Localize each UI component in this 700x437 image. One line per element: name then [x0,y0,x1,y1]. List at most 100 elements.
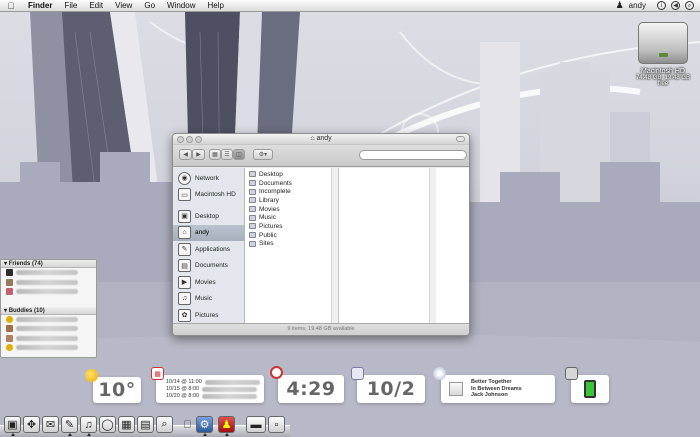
search-field[interactable] [359,150,467,160]
toolbar-toggle-button[interactable] [456,136,465,142]
redacted-name [16,270,78,276]
redacted-name [16,289,78,295]
list-item[interactable]: Desktop▶ [245,170,338,179]
date-widget[interactable]: 10/2 [357,375,425,403]
apple-icon[interactable]:  [179,416,196,433]
list-item[interactable]: Public▶ [245,231,338,240]
quicktime-icon[interactable]: ◯ [99,416,116,433]
calendar-icon[interactable]: ▦ [118,416,135,433]
sidebar-item-macintosh-hd[interactable]: ▭ Macintosh HD [173,187,244,204]
avatar [6,325,13,333]
clock-time: 4:29 [286,378,336,400]
column-empty[interactable] [339,168,469,323]
list-item[interactable] [1,268,96,278]
list-item[interactable] [1,324,96,334]
spotlight-icon[interactable]: ⌕ [156,416,173,433]
column-view-icon: ◫ [236,152,242,158]
avatar [6,278,13,286]
calendar-page-icon [351,367,364,380]
list-item[interactable]: Incomplete▶ [245,187,338,196]
sidebar-item-network[interactable]: ◉ Network [173,170,244,187]
calendar-event: 10/14 @ 11:00 [166,379,260,386]
back-button[interactable]: ◀ [179,149,192,160]
sidebar-item-music[interactable]: ♫ Music [173,291,244,308]
list-item[interactable] [1,334,96,344]
list-item[interactable] [1,287,96,297]
list-item[interactable] [1,343,96,353]
avatar [6,269,13,277]
forward-button[interactable]: ▶ [192,149,205,160]
dock: ▣ ✥ ✉ ✎ ♫ ◯ ▦ ▤ ⌕  ⚙ ♟ ▬ ▫ [0,414,290,437]
window-title: ⌂ andy [310,135,332,142]
list-item[interactable]: Movies▶ [245,205,338,214]
sidebar-item-desktop[interactable]: ▣ Desktop [173,208,244,225]
trash-icon[interactable]: ▫ [268,416,285,433]
menu-finder[interactable]: Finder [22,1,58,10]
view-list-button[interactable]: ☰ [221,149,233,160]
sidebar-item-movies[interactable]: ▶ Movies [173,274,244,291]
back-icon[interactable]: ◀ [671,1,680,10]
sidebar-item-applications[interactable]: ✎ Applications [173,241,244,258]
sidebar-item-andy[interactable]: ⌂ andy [173,224,244,241]
alarm-clock-icon [270,366,283,379]
menu-go[interactable]: Go [138,1,161,10]
system-preferences-icon[interactable]: ⚙ [196,416,213,433]
list-item[interactable]: Library▶ [245,196,338,205]
sidebar-item-pictures[interactable]: ✿ Pictures [173,307,244,324]
finder-icon[interactable]: ▣ [4,416,21,433]
list-item[interactable]: Pictures▶ [245,222,338,231]
apple-menu[interactable]:  [0,1,22,11]
list-item[interactable]: Music▶ [245,213,338,222]
column-andy[interactable]: Desktop▶ Documents▶ Incomplete▶ Library▶… [245,168,339,323]
weather-widget[interactable]: 10° [93,377,141,403]
buddy-list-panel[interactable]: ▾ Friends (74) ▾ Buddies (10) [0,259,97,358]
menu-view[interactable]: View [109,1,138,10]
view-columns-button[interactable]: ◫ [233,149,245,160]
aim-icon[interactable]: ♟ [218,416,235,433]
preview-icon[interactable]: ▤ [137,416,154,433]
column-scrollbar[interactable] [331,168,338,323]
album-art [449,382,463,396]
safari-compass-icon[interactable]: ✥ [23,416,40,433]
folder-icon [249,232,256,239]
itunes-widget[interactable]: Better Together In Between Dreams Jack J… [441,375,555,403]
column-scrollbar[interactable] [429,168,436,323]
menu-file[interactable]: File [58,1,83,10]
minimized-window-icon[interactable]: ▬ [246,416,266,433]
action-button[interactable]: ⚙▾ [253,149,273,160]
title-bar[interactable]: ⌂ andy [173,134,469,145]
apple-icon:  [8,1,15,11]
ichat-icon[interactable]: ✎ [61,416,78,433]
menu-window[interactable]: Window [161,1,201,10]
folder-icon [249,214,256,221]
user-name[interactable]: andy [629,1,646,10]
buddies-header[interactable]: ▾ Buddies (10) [1,306,96,315]
globe-icon: ◉ [178,171,191,185]
mail-icon[interactable]: ✉ [42,416,59,433]
calendar-widget[interactable]: 10/14 @ 11:00 10/15 @ 8:00 10/20 @ 8:00 [156,375,264,403]
menu-help[interactable]: Help [201,1,229,10]
list-item[interactable] [1,278,96,288]
running-indicator [203,433,207,436]
list-item[interactable]: Sites▶ [245,240,338,249]
clock-widget[interactable]: 4:29 [278,375,344,403]
redacted-name [16,316,78,322]
macintosh-hd-icon[interactable]: Macintosh HD 74.48 GB, 19.48 GB free [632,22,694,87]
list-item[interactable] [1,315,96,325]
avatar [6,288,13,296]
itunes-icon[interactable]: ♫ [80,416,97,433]
running-indicator [68,433,72,436]
friends-header[interactable]: ▾ Friends (74) [1,260,96,268]
finder-window[interactable]: ⌂ andy ◀ ▶ ▦ ☰ ◫ ⚙▾ ◉ Network ▭ Macintos… [172,133,470,336]
status-bar: 9 items, 19.48 GB available [173,323,469,335]
menu-edit[interactable]: Edit [83,1,109,10]
aim-person-icon [6,344,13,352]
spotlight-icon[interactable]: ⌕ [685,1,694,10]
folder-icon [249,171,256,178]
user-icon[interactable]: ♟ [616,0,624,11]
list-item[interactable]: Documents▶ [245,179,338,188]
view-icons-button[interactable]: ▦ [209,149,221,160]
sidebar-item-documents[interactable]: ▤ Documents [173,258,244,275]
info-icon[interactable]: i [657,1,666,10]
harddisk-icon: ▭ [178,188,191,202]
